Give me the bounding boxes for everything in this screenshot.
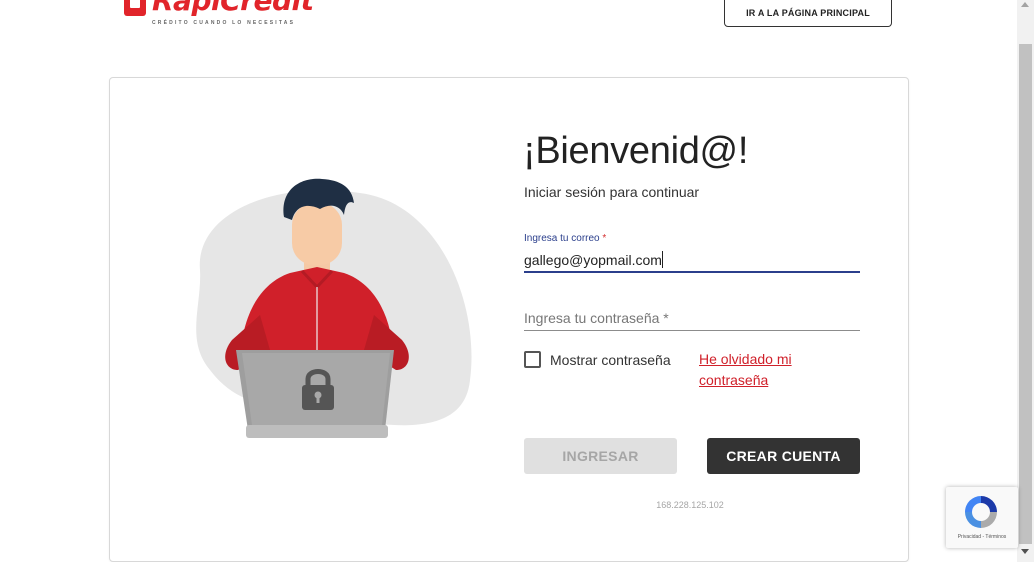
email-label-text: Ingresa tu correo (524, 233, 600, 244)
scroll-up-arrow-icon[interactable] (1021, 2, 1029, 7)
recaptcha-badge[interactable]: Privacidad - Términos (946, 487, 1018, 548)
face (292, 203, 342, 265)
create-account-button[interactable]: CREAR CUENTA (707, 438, 860, 474)
laptop-base (246, 425, 388, 438)
scroll-thumb[interactable] (1019, 44, 1032, 544)
recaptcha-links[interactable]: Privacidad - Términos (946, 534, 1018, 540)
page-title: ¡Bienvenid@! (523, 130, 749, 172)
person-laptop-illustration (196, 178, 472, 438)
logo-mark-icon (124, 0, 146, 16)
show-password-label[interactable]: Mostrar contraseña (550, 352, 671, 368)
page-scrollbar[interactable] (1017, 0, 1034, 562)
email-field-label: Ingresa tu correo * (524, 233, 606, 244)
forgot-password-link[interactable]: He olvidado mi contraseña (699, 349, 839, 391)
text-caret (662, 251, 663, 268)
ip-address: 168.228.125.102 (656, 500, 724, 510)
show-password-checkbox[interactable] (524, 351, 541, 368)
show-password-toggle[interactable]: Mostrar contraseña (524, 351, 671, 368)
password-field[interactable] (524, 306, 860, 331)
home-page-button[interactable]: IR A LA PÁGINA PRINCIPAL (724, 0, 892, 27)
recaptcha-icon (965, 496, 997, 528)
logo-text: RapiCredit (152, 0, 314, 17)
scroll-down-arrow-icon[interactable] (1021, 549, 1029, 554)
email-field[interactable] (524, 249, 860, 273)
logo-tagline: CRÉDITO CUANDO LO NECESITAS (152, 20, 296, 26)
required-mark: * (602, 233, 607, 244)
page-subtitle: Iniciar sesión para continuar (524, 184, 700, 200)
login-button[interactable]: INGRESAR (524, 438, 677, 474)
